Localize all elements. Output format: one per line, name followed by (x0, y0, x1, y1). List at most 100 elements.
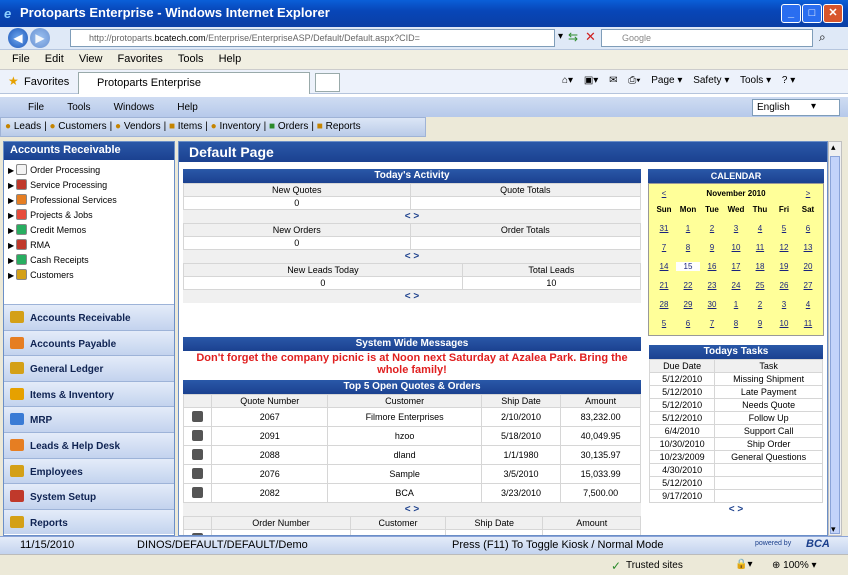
calendar-day[interactable]: 17 (724, 262, 748, 271)
table-row[interactable]: 2091 hzoo 5/18/2010 40,049.95 (183, 426, 641, 446)
table-row[interactable]: 10/30/2010 Ship Order (648, 437, 823, 451)
sidebar-nav-button[interactable]: System Setup (4, 483, 174, 509)
toolbar-customers[interactable]: ● Customers (49, 121, 106, 132)
calendar-day[interactable]: 10 (772, 319, 796, 328)
scroll-up-icon[interactable]: ▴ (831, 142, 836, 153)
sidebar-nav-button[interactable]: Reports (4, 508, 174, 535)
table-row[interactable]: 9/17/2010 (648, 489, 823, 503)
feeds-icon[interactable]: ▣▾ (584, 75, 598, 86)
close-button[interactable]: ✕ (823, 4, 843, 23)
tree-item[interactable]: ▶ Credit Memos (8, 223, 174, 238)
table-row[interactable]: 5/12/2010 (648, 476, 823, 490)
tree-item[interactable]: ▶ Cash Receipts (8, 253, 174, 268)
scroll-down-icon[interactable]: ▾ (831, 524, 836, 535)
table-row[interactable]: 5/12/2010 Late Payment (648, 385, 823, 399)
calendar-day[interactable]: 27 (796, 281, 820, 290)
table-row[interactable]: 2082 BCA 3/23/2010 7,500.00 (183, 483, 641, 503)
sidebar-nav-button[interactable]: Leads & Help Desk (4, 431, 174, 458)
calendar-day[interactable]: 24 (724, 281, 748, 290)
calendar-day[interactable]: 18 (748, 262, 772, 271)
table-row[interactable]: 2088 dland 1/1/1980 30,135.97 (183, 445, 641, 465)
pager-arrows[interactable]: < > (649, 503, 823, 516)
calendar-day[interactable]: 28 (652, 300, 676, 309)
calendar-day[interactable]: 8 (724, 319, 748, 328)
sidebar-nav-button[interactable]: Accounts Payable (4, 329, 174, 356)
document-icon[interactable] (192, 429, 203, 441)
calendar-day[interactable]: 1 (676, 224, 700, 233)
sidebar-nav-button[interactable]: General Ledger (4, 355, 174, 381)
calendar-day[interactable]: 5 (772, 224, 796, 233)
calendar-day[interactable]: 19 (772, 262, 796, 271)
tree-item[interactable]: ▶ Customers (8, 268, 174, 283)
sidebar-nav-button[interactable]: MRP (4, 406, 174, 432)
tree-item[interactable]: ▶ RMA (8, 238, 174, 253)
expand-arrow-icon[interactable]: ▶ (8, 241, 14, 250)
calendar-day[interactable]: 4 (796, 300, 820, 309)
url-input[interactable]: http://protoparts.bcatech.com/Enterprise… (70, 29, 555, 47)
print-icon[interactable]: ⎙▾ (628, 75, 640, 86)
search-input[interactable]: Google (601, 29, 813, 47)
calendar-day[interactable]: 14 (652, 262, 676, 271)
app-menu-file[interactable]: File (28, 102, 44, 113)
browser-tab[interactable]: Protoparts Enterprise (78, 72, 310, 94)
calendar-day[interactable]: 23 (700, 281, 724, 290)
pager-arrows[interactable]: < > (183, 290, 641, 303)
calendar-day[interactable]: 16 (700, 262, 724, 271)
language-select[interactable]: English ▾ (752, 99, 840, 116)
calendar-day[interactable]: 9 (748, 319, 772, 328)
table-row[interactable]: 10/23/2009 General Questions (648, 450, 823, 464)
table-row[interactable]: 4/30/2010 (648, 463, 823, 477)
menu-help[interactable]: Help (219, 53, 242, 65)
expand-arrow-icon[interactable]: ▶ (8, 226, 14, 235)
sidebar-nav-button[interactable]: Accounts Receivable (4, 304, 174, 330)
maximize-button[interactable]: □ (802, 4, 822, 23)
table-row[interactable]: 5/12/2010 Needs Quote (648, 398, 823, 412)
calendar-day[interactable]: 3 (772, 300, 796, 309)
calendar-day[interactable]: 7 (700, 319, 724, 328)
calendar-day[interactable]: 3 (724, 224, 748, 233)
calendar-day[interactable]: 15 (676, 262, 700, 271)
menu-tools[interactable]: Tools (178, 53, 204, 65)
expand-arrow-icon[interactable]: ▶ (8, 211, 14, 220)
toolbar-vendors[interactable]: ● Vendors (115, 121, 161, 132)
expand-arrow-icon[interactable]: ▶ (8, 166, 14, 175)
app-menu-tools[interactable]: Tools (67, 102, 90, 113)
calendar-day[interactable]: 6 (676, 319, 700, 328)
document-icon[interactable] (192, 467, 203, 479)
safety-menu[interactable]: Safety ▾ (693, 75, 729, 86)
calendar-day[interactable]: 20 (796, 262, 820, 271)
table-row[interactable]: 2076 Sample 3/5/2010 15,033.99 (183, 464, 641, 484)
calendar-day[interactable]: 29 (676, 300, 700, 309)
document-icon[interactable] (192, 410, 203, 422)
table-row[interactable]: 6/4/2010 Support Call (648, 424, 823, 438)
refresh-icon[interactable]: ⇆ (568, 30, 578, 44)
new-tab-button[interactable] (315, 73, 340, 92)
security-icon[interactable]: 🔒▾ (735, 559, 752, 570)
calendar-day[interactable]: 2 (748, 300, 772, 309)
pager-arrows[interactable]: < > (183, 503, 641, 516)
table-row[interactable]: 2067 Filmore Enterprises 2/10/2010 83,232.0… (183, 407, 641, 427)
mail-icon[interactable]: ✉ (609, 75, 617, 86)
url-dropdown-icon[interactable]: ▾ (558, 31, 563, 42)
menu-view[interactable]: View (79, 53, 103, 65)
calendar-day[interactable]: 12 (772, 243, 796, 252)
toolbar-reports[interactable]: ■ Reports (317, 121, 361, 132)
toolbar-inventory[interactable]: ● Inventory (211, 121, 261, 132)
expand-arrow-icon[interactable]: ▶ (8, 196, 14, 205)
app-menu-help[interactable]: Help (177, 102, 198, 113)
favorites-button[interactable]: Favorites (24, 76, 69, 88)
help-menu[interactable]: ? ▾ (782, 75, 795, 86)
document-icon[interactable] (192, 486, 203, 498)
calendar-day[interactable]: 10 (724, 243, 748, 252)
table-row[interactable]: 5/12/2010 Follow Up (648, 411, 823, 425)
calendar-day[interactable]: 11 (796, 319, 820, 328)
menu-edit[interactable]: Edit (45, 53, 64, 65)
toolbar-items[interactable]: ■ Items (169, 121, 202, 132)
expand-arrow-icon[interactable]: ▶ (8, 181, 14, 190)
main-scrollbar[interactable]: ▴ ▾ (828, 141, 842, 536)
calendar-day[interactable]: 25 (748, 281, 772, 290)
tools-menu[interactable]: Tools ▾ (740, 75, 771, 86)
calendar-day[interactable]: 13 (796, 243, 820, 252)
tree-item[interactable]: ▶ Projects & Jobs (8, 208, 174, 223)
tree-item[interactable]: ▶ Professional Services (8, 193, 174, 208)
